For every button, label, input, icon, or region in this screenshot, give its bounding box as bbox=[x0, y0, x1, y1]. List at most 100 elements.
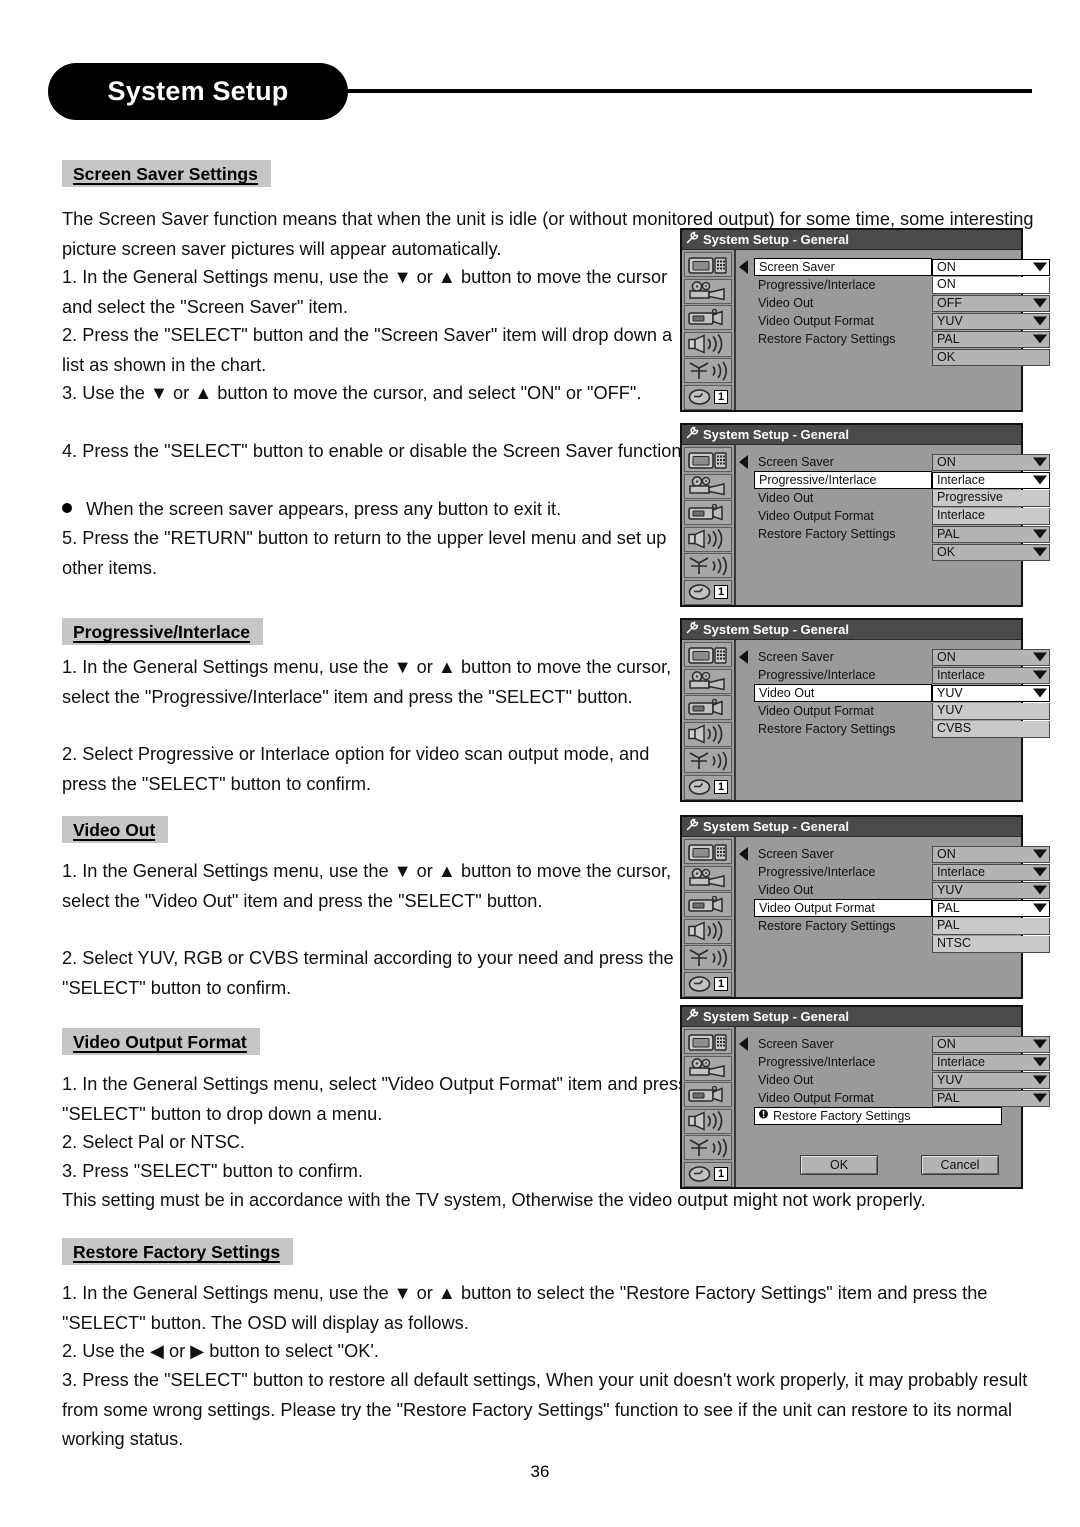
osd-row-value[interactable]: OFF bbox=[932, 294, 1050, 312]
osd-menu-row[interactable]: Video Output Format YUV bbox=[754, 702, 1050, 720]
rail-button-antenna[interactable] bbox=[684, 945, 732, 970]
back-caret-icon[interactable] bbox=[739, 260, 748, 274]
chevron-down-icon[interactable] bbox=[1033, 867, 1047, 877]
osd-row-value[interactable]: ON bbox=[932, 453, 1050, 471]
osd-menu-row[interactable]: Restore Factory Settings PAL bbox=[754, 525, 1050, 543]
osd-menu-row[interactable]: Screen Saver ON bbox=[754, 648, 1050, 666]
chevron-down-icon[interactable] bbox=[1033, 688, 1047, 698]
back-caret-icon[interactable] bbox=[739, 650, 748, 664]
osd-row-value[interactable]: ON bbox=[932, 1035, 1050, 1053]
chevron-down-icon[interactable] bbox=[1033, 885, 1047, 895]
osd-menu-row[interactable]: Video Output Format YUV bbox=[754, 312, 1050, 330]
osd-row-value[interactable]: Interlace bbox=[932, 863, 1050, 881]
rail-button-antenna[interactable] bbox=[684, 553, 732, 578]
rail-button-antenna[interactable] bbox=[684, 358, 732, 383]
osd-menu-row[interactable]: Video Output Format PAL bbox=[754, 1089, 1050, 1107]
osd-menu-row[interactable]: Progressive/Interlace Interlace bbox=[754, 1053, 1050, 1071]
osd-row-value[interactable]: PAL bbox=[932, 330, 1050, 348]
chevron-down-icon[interactable] bbox=[1033, 529, 1047, 539]
rail-button-camcorder[interactable] bbox=[684, 305, 732, 330]
chevron-down-icon[interactable] bbox=[1033, 262, 1047, 272]
rail-button-film-projector[interactable] bbox=[684, 668, 732, 694]
chevron-down-icon[interactable] bbox=[1033, 903, 1047, 913]
osd-menu-row[interactable]: Video Out YUV bbox=[754, 881, 1050, 899]
osd-row-value[interactable]: Interlace bbox=[932, 507, 1050, 525]
osd-menu-row[interactable]: Video Out YUV bbox=[754, 1071, 1050, 1089]
rail-button-speaker[interactable] bbox=[684, 918, 732, 944]
rail-button-camcorder[interactable] bbox=[684, 695, 732, 720]
chevron-down-icon[interactable] bbox=[1033, 1057, 1047, 1067]
rail-button-camcorder[interactable] bbox=[684, 1082, 732, 1107]
rail-button-film-projector[interactable] bbox=[684, 473, 732, 499]
osd-row-value[interactable]: ON bbox=[932, 648, 1050, 666]
back-caret-icon[interactable] bbox=[739, 1037, 748, 1051]
rail-button-tv-keypad[interactable] bbox=[684, 642, 732, 667]
osd-row-value[interactable]: PAL bbox=[932, 899, 1050, 917]
rail-button-antenna[interactable] bbox=[684, 748, 732, 773]
osd-row-value[interactable]: Interlace bbox=[932, 666, 1050, 684]
osd-row-value[interactable]: YUV bbox=[932, 881, 1050, 899]
osd-row-value[interactable]: Interlace bbox=[932, 1053, 1050, 1071]
osd-row-value[interactable]: YUV bbox=[932, 1071, 1050, 1089]
osd-menu-row[interactable]: Restore Factory Settings PAL bbox=[754, 917, 1050, 935]
osd-menu-row[interactable]: Video Output Format Interlace bbox=[754, 507, 1050, 525]
osd-menu-row[interactable]: Progressive/Interlace Interlace bbox=[754, 863, 1050, 881]
chevron-down-icon[interactable] bbox=[1033, 652, 1047, 662]
osd-menu-row[interactable]: Video Output Format PAL bbox=[754, 899, 1050, 917]
osd-row-value[interactable]: ON bbox=[932, 258, 1050, 276]
osd-row-value[interactable]: PAL bbox=[932, 525, 1050, 543]
back-caret-icon[interactable] bbox=[739, 455, 748, 469]
osd-menu-row[interactable]: Restore Factory Settings PAL bbox=[754, 330, 1050, 348]
rail-button-clock-dial[interactable]: 1 bbox=[684, 384, 732, 410]
rail-button-clock-dial[interactable]: 1 bbox=[684, 1161, 732, 1187]
chevron-down-icon[interactable] bbox=[1033, 316, 1047, 326]
rail-button-speaker[interactable] bbox=[684, 331, 732, 357]
cancel-button[interactable]: Cancel bbox=[921, 1155, 999, 1175]
osd-menu-row[interactable]: Progressive/Interlace Interlace bbox=[754, 471, 1050, 489]
osd-menu-row[interactable]: Progressive/Interlace ON bbox=[754, 276, 1050, 294]
rail-button-camcorder[interactable] bbox=[684, 500, 732, 525]
chevron-down-icon[interactable] bbox=[1033, 547, 1047, 557]
rail-button-clock-dial[interactable]: 1 bbox=[684, 971, 732, 997]
osd-menu-row[interactable]: OK bbox=[754, 348, 1050, 366]
osd-row-value[interactable]: NTSC bbox=[932, 935, 1050, 953]
rail-button-tv-keypad[interactable] bbox=[684, 447, 732, 472]
rail-button-speaker[interactable] bbox=[684, 526, 732, 552]
rail-button-camcorder[interactable] bbox=[684, 892, 732, 917]
rail-button-tv-keypad[interactable] bbox=[684, 839, 732, 864]
rail-button-film-projector[interactable] bbox=[684, 278, 732, 304]
osd-row-value[interactable]: Interlace bbox=[932, 471, 1050, 489]
osd-row-value[interactable]: ON bbox=[932, 276, 1050, 294]
rail-button-tv-keypad[interactable] bbox=[684, 1029, 732, 1054]
rail-button-clock-dial[interactable]: 1 bbox=[684, 579, 732, 605]
chevron-down-icon[interactable] bbox=[1033, 475, 1047, 485]
osd-row-value[interactable]: YUV bbox=[932, 702, 1050, 720]
osd-row-value[interactable]: Progressive bbox=[932, 489, 1050, 507]
osd-menu-row[interactable]: NTSC bbox=[754, 935, 1050, 953]
rail-button-film-projector[interactable] bbox=[684, 1055, 732, 1081]
osd-menu-row[interactable]: Restore Factory Settings CVBS bbox=[754, 720, 1050, 738]
chevron-down-icon[interactable] bbox=[1033, 298, 1047, 308]
osd-row-value[interactable]: PAL bbox=[932, 917, 1050, 935]
osd-row-value[interactable]: OK bbox=[932, 543, 1050, 561]
osd-row-value[interactable]: YUV bbox=[932, 684, 1050, 702]
chevron-down-icon[interactable] bbox=[1033, 670, 1047, 680]
osd-row-value[interactable]: CVBS bbox=[932, 720, 1050, 738]
chevron-down-icon[interactable] bbox=[1033, 1039, 1047, 1049]
osd-menu-row[interactable]: Progressive/Interlace Interlace bbox=[754, 666, 1050, 684]
osd-menu-row[interactable]: Screen Saver ON bbox=[754, 453, 1050, 471]
osd-menu-row[interactable]: Video Out YUV bbox=[754, 684, 1050, 702]
rail-button-tv-keypad[interactable] bbox=[684, 252, 732, 277]
chevron-down-icon[interactable] bbox=[1033, 334, 1047, 344]
chevron-down-icon[interactable] bbox=[1033, 1093, 1047, 1103]
chevron-down-icon[interactable] bbox=[1033, 849, 1047, 859]
ok-button[interactable]: OK bbox=[800, 1155, 878, 1175]
osd-row-value[interactable]: OK bbox=[932, 348, 1050, 366]
rail-button-speaker[interactable] bbox=[684, 1108, 732, 1134]
rail-button-film-projector[interactable] bbox=[684, 865, 732, 891]
osd-menu-row[interactable]: Restore Factory Settings bbox=[754, 1107, 1017, 1125]
rail-button-clock-dial[interactable]: 1 bbox=[684, 774, 732, 800]
chevron-down-icon[interactable] bbox=[1033, 1075, 1047, 1085]
back-caret-icon[interactable] bbox=[739, 847, 748, 861]
osd-menu-row[interactable]: Screen Saver ON bbox=[754, 1035, 1050, 1053]
